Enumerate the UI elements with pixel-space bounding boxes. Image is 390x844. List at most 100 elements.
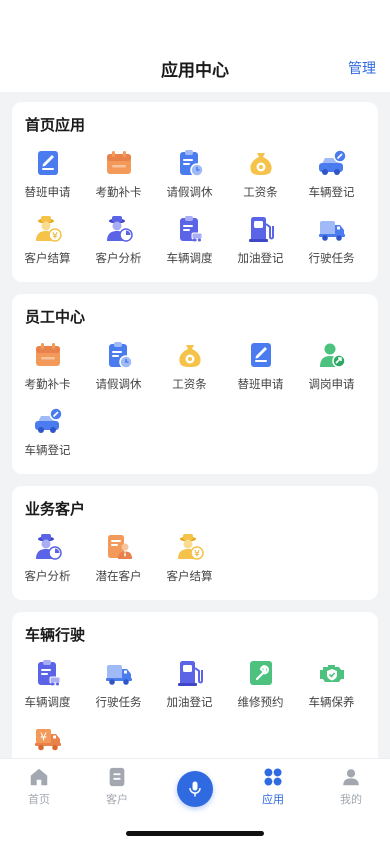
app-item-label: 替班申请 xyxy=(237,377,284,391)
app-item[interactable]: 考勤补卡 xyxy=(12,336,83,402)
page-header: 应用中心 管理 xyxy=(0,44,390,92)
app-item[interactable]: 替班申请 xyxy=(225,336,296,402)
app-item-label: 加油登记 xyxy=(237,251,284,265)
truck-icon xyxy=(317,214,347,244)
app-item-label: 调岗申请 xyxy=(308,377,355,391)
app-item-label: 客户结算 xyxy=(166,569,213,583)
tab-bar: 首页 客户 应用 我的 xyxy=(0,758,390,844)
app-item-label: 车辆保养 xyxy=(308,695,355,709)
user-icon xyxy=(340,766,362,791)
truck-icon xyxy=(104,658,134,688)
money-bag-icon xyxy=(175,340,205,370)
dispatch-doc-icon xyxy=(33,658,63,688)
person-chart-icon xyxy=(33,532,63,562)
section-card: 首页应用 替班申请 考勤补卡 请假调休 工资条 车辆登记 ¥ 客户结算 客户分析 车辆调度 加油登记… xyxy=(12,102,378,282)
app-item[interactable]: 维修预约 xyxy=(225,654,296,720)
svg-text:¥: ¥ xyxy=(40,731,47,744)
voice-button[interactable] xyxy=(156,759,234,815)
app-item-label: 考勤补卡 xyxy=(95,185,142,199)
svg-text:¥: ¥ xyxy=(194,550,200,560)
app-item-label: 替班申请 xyxy=(24,185,71,199)
money-bag-icon xyxy=(246,148,276,178)
app-item-label: 车辆登记 xyxy=(308,185,355,199)
tab-apps[interactable]: 应用 xyxy=(234,759,312,815)
calendar-icon xyxy=(104,148,134,178)
wrench-doc-icon xyxy=(246,658,276,688)
app-item[interactable]: 调岗申请 xyxy=(296,336,367,402)
dispatch-doc-icon xyxy=(175,214,205,244)
section-title: 车辆行驶 xyxy=(25,626,86,644)
app-item[interactable]: 替班申请 xyxy=(12,144,83,210)
fuel-pump-icon xyxy=(175,658,205,688)
app-item[interactable]: 工资条 xyxy=(154,336,225,402)
app-item[interactable]: 加油登记 xyxy=(225,210,296,276)
app-item[interactable]: 车辆登记 xyxy=(296,144,367,210)
tab-label: 应用 xyxy=(262,793,284,806)
tab-label: 首页 xyxy=(28,793,50,806)
app-item-label: 客户结算 xyxy=(24,251,71,265)
app-item[interactable]: 请假调休 xyxy=(154,144,225,210)
app-grid: 客户分析 潜在客户 ¥ 客户结算 xyxy=(12,528,378,594)
section-title: 业务客户 xyxy=(25,500,86,518)
person-arrow-icon xyxy=(317,340,347,370)
tab-label: 我的 xyxy=(340,793,362,806)
tab-home[interactable]: 首页 xyxy=(0,759,78,815)
potential-customer-icon xyxy=(104,532,134,562)
section-card: 业务客户客户分析 潜在客户 ¥ 客户结算 xyxy=(12,486,378,600)
status-bar xyxy=(0,0,390,44)
svg-text:¥: ¥ xyxy=(52,232,58,242)
app-item-label: 请假调休 xyxy=(166,185,213,199)
app-item-label: 考勤补卡 xyxy=(24,377,71,391)
person-yen-icon: ¥ xyxy=(33,214,63,244)
grid-apps-icon xyxy=(262,766,284,791)
fuel-pump-icon xyxy=(246,214,276,244)
app-item-label: 行驶任务 xyxy=(308,251,355,265)
app-item[interactable]: 请假调休 xyxy=(83,336,154,402)
app-item-label: 维修预约 xyxy=(237,695,284,709)
app-item[interactable]: 加油登记 xyxy=(154,654,225,720)
app-item[interactable]: 车辆登记 xyxy=(12,402,83,468)
page-title: 应用中心 xyxy=(161,60,229,81)
app-item[interactable]: 车辆调度 xyxy=(154,210,225,276)
app-item-label: 车辆登记 xyxy=(24,443,71,457)
app-item[interactable]: 车辆调度 xyxy=(12,654,83,720)
app-item[interactable]: ¥ 客户结算 xyxy=(154,528,225,594)
app-item-label: 工资条 xyxy=(243,185,278,199)
app-grid: 车辆调度 行驶任务 加油登记 维修预约 车辆保养 ¥新车购买 xyxy=(12,654,378,758)
tab-label: 客户 xyxy=(106,793,128,806)
home-indicator xyxy=(126,831,264,836)
app-item-label: 潜在客户 xyxy=(95,569,142,583)
app-item[interactable]: 客户分析 xyxy=(12,528,83,594)
app-item[interactable]: ¥新车购买 xyxy=(12,720,83,758)
app-item[interactable]: 考勤补卡 xyxy=(83,144,154,210)
microphone-icon[interactable] xyxy=(177,771,213,807)
app-item[interactable]: 客户分析 xyxy=(83,210,154,276)
section-title: 员工中心 xyxy=(25,308,86,326)
calendar-icon xyxy=(33,340,63,370)
app-item[interactable]: 行驶任务 xyxy=(83,654,154,720)
app-item[interactable]: 车辆保养 xyxy=(296,654,367,720)
app-item-label: 加油登记 xyxy=(166,695,213,709)
app-grid: 替班申请 考勤补卡 请假调休 工资条 车辆登记 ¥ 客户结算 客户分析 车辆调度 加油登记 行驶任务 xyxy=(12,144,378,276)
app-item-label: 客户分析 xyxy=(95,251,142,265)
tab-customer[interactable]: 客户 xyxy=(78,759,156,815)
edit-doc-icon xyxy=(33,148,63,178)
app-item-label: 车辆调度 xyxy=(24,695,71,709)
app-item[interactable]: 潜在客户 xyxy=(83,528,154,594)
app-item-label: 工资条 xyxy=(172,377,207,391)
person-yen-icon: ¥ xyxy=(175,532,205,562)
manage-button[interactable]: 管理 xyxy=(348,58,376,78)
section-card: 员工中心考勤补卡 请假调休 工资条 替班申请 调岗申请车辆登记 xyxy=(12,294,378,474)
app-item[interactable]: 工资条 xyxy=(225,144,296,210)
document-icon xyxy=(106,766,128,791)
app-center-content[interactable]: 首页应用 替班申请 考勤补卡 请假调休 工资条 车辆登记 ¥ 客户结算 客户分析 车辆调度 加油登记… xyxy=(0,92,390,758)
app-item[interactable]: ¥ 客户结算 xyxy=(12,210,83,276)
clipboard-clock-icon xyxy=(104,340,134,370)
home-icon xyxy=(28,766,50,791)
tab-mine[interactable]: 我的 xyxy=(312,759,390,815)
app-item[interactable]: 行驶任务 xyxy=(296,210,367,276)
edit-doc-icon xyxy=(246,340,276,370)
app-item-label: 客户分析 xyxy=(24,569,71,583)
clipboard-clock-icon xyxy=(175,148,205,178)
app-grid: 考勤补卡 请假调休 工资条 替班申请 调岗申请车辆登记 xyxy=(12,336,378,468)
